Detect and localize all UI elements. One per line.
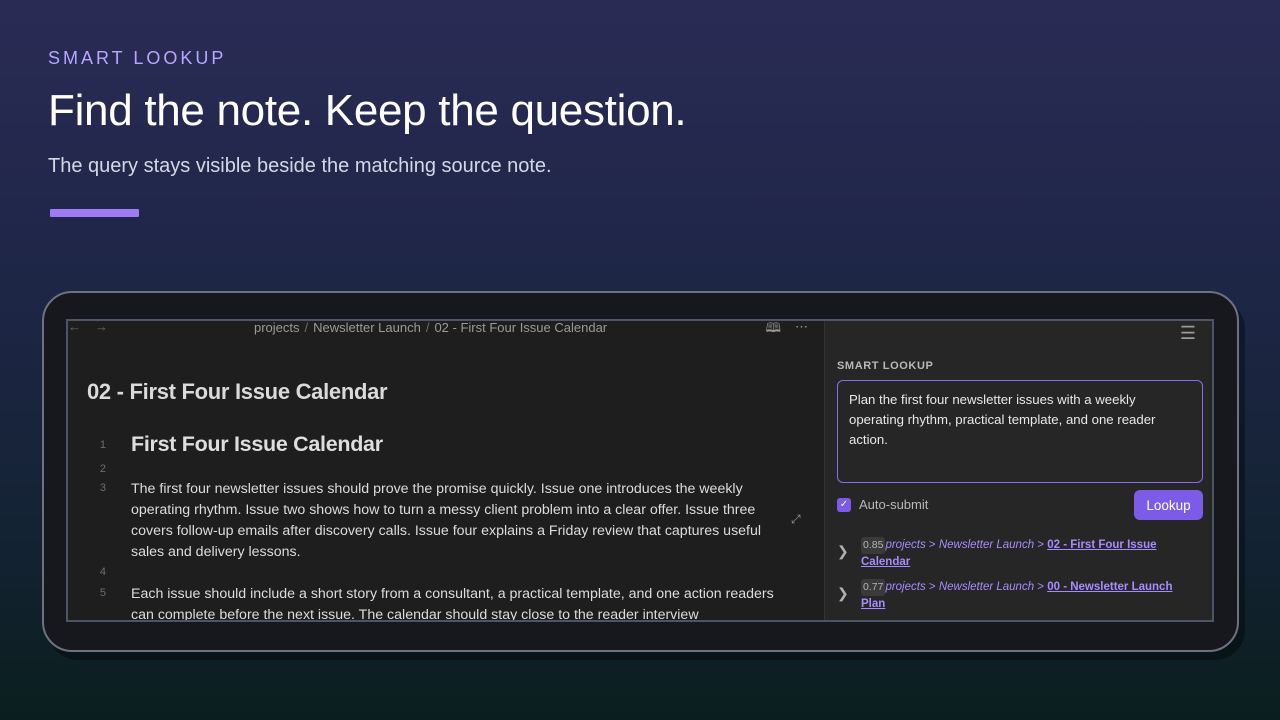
hero-kicker: SMART LOOKUP bbox=[48, 48, 227, 68]
line-text: Each issue should include a short story … bbox=[131, 586, 774, 622]
accent-bar bbox=[50, 209, 139, 217]
result-score: 0.77 bbox=[861, 579, 886, 596]
chevron-right-icon[interactable]: ❯ bbox=[837, 543, 849, 560]
drag-handle-icon[interactable]: ⤢ bbox=[791, 512, 801, 527]
result-path-segment: projects bbox=[885, 539, 926, 551]
query-input[interactable] bbox=[837, 380, 1203, 483]
lookup-button[interactable]: Lookup bbox=[1134, 490, 1203, 520]
hero-subtitle: The query stays visible beside the match… bbox=[48, 155, 552, 177]
result-text: 0.77 projects > Newsletter Launch > 00 - … bbox=[861, 579, 1191, 613]
chevron-right-icon[interactable]: ❯ bbox=[837, 585, 849, 602]
line-text: First Four Issue Calendar bbox=[131, 432, 383, 456]
line-number: 1 bbox=[99, 439, 106, 451]
breadcrumb-item[interactable]: 02 - First Four Issue Calendar bbox=[434, 321, 607, 335]
breadcrumb-item[interactable]: projects bbox=[254, 321, 300, 335]
result-path-segment: Newsletter Launch bbox=[938, 539, 1035, 551]
line-number: 3 bbox=[99, 482, 106, 494]
result-path-segment: projects bbox=[885, 581, 926, 593]
path-separator: > bbox=[1037, 581, 1045, 593]
path-separator: > bbox=[928, 539, 936, 551]
forward-arrow-icon[interactable]: → bbox=[95, 321, 108, 335]
line-number: 4 bbox=[99, 566, 106, 578]
editor-pane: ← → projects / Newsletter Launch / 02 - Firs… bbox=[68, 321, 824, 620]
result-path-segment: Newsletter Launch bbox=[938, 581, 1035, 593]
back-arrow-icon[interactable]: ← bbox=[68, 321, 81, 335]
line-number: 2 bbox=[99, 463, 106, 475]
breadcrumb: projects / Newsletter Launch / 02 - First Fo… bbox=[254, 320, 607, 335]
check-icon: ✓ bbox=[839, 499, 849, 510]
path-separator: > bbox=[1037, 539, 1045, 551]
smart-lookup-panel: ☰ SMART LOOKUP ✓ Auto-submit Lookup ❯ 0.… bbox=[824, 321, 1212, 620]
breadcrumb-separator: / bbox=[304, 320, 309, 335]
menu-icon[interactable]: ☰ bbox=[1180, 323, 1196, 344]
panel-label: SMART LOOKUP bbox=[837, 360, 934, 372]
more-options-icon[interactable]: ⋯ bbox=[795, 321, 808, 341]
nav-buttons: ← → bbox=[68, 321, 108, 335]
result-text: 0.85 projects > Newsletter Launch > 02 - … bbox=[861, 537, 1191, 571]
breadcrumb-separator: / bbox=[425, 320, 430, 335]
auto-submit-row: ✓ Auto-submit bbox=[837, 497, 928, 512]
auto-submit-checkbox[interactable]: ✓ bbox=[837, 497, 851, 512]
auto-submit-label: Auto-submit bbox=[859, 497, 929, 512]
result-score: 0.85 bbox=[861, 537, 886, 554]
reading-mode-icon[interactable]: 🕮 bbox=[766, 321, 781, 341]
path-separator: > bbox=[928, 581, 936, 593]
note-title: 02 - First Four Issue Calendar bbox=[87, 379, 388, 404]
hero-title: Find the note. Keep the question. bbox=[48, 86, 687, 135]
line-number: 5 bbox=[99, 587, 106, 599]
editor-actions: 🕮 ⋯ bbox=[766, 321, 808, 341]
line-text: The first four newsletter issues should … bbox=[131, 481, 762, 560]
app-window: ← → projects / Newsletter Launch / 02 - Firs… bbox=[66, 319, 1214, 622]
breadcrumb-item[interactable]: Newsletter Launch bbox=[313, 321, 421, 335]
